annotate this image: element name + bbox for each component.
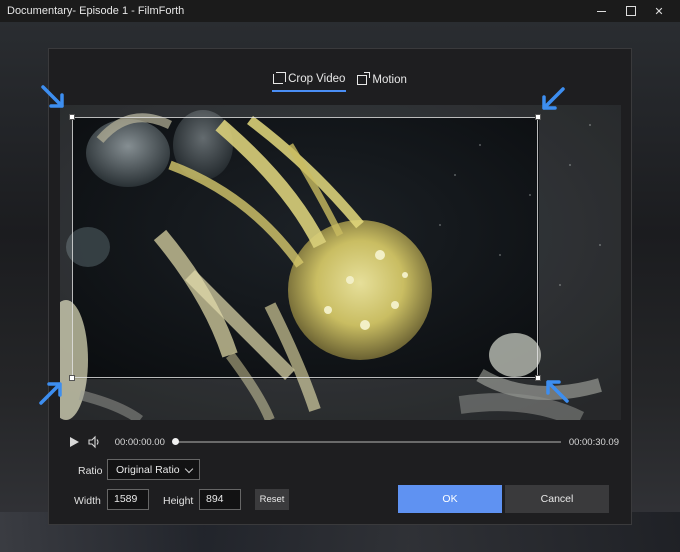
cancel-button[interactable]: Cancel <box>505 485 609 513</box>
video-preview[interactable] <box>60 105 621 420</box>
annotation-arrow-icon <box>542 87 565 110</box>
crop-handle-top-right[interactable] <box>535 114 541 120</box>
timeline-slider[interactable] <box>171 438 561 445</box>
annotation-arrow-icon <box>41 85 64 108</box>
current-time: 00:00:00.00 <box>114 436 165 448</box>
ratio-value: Original Ratio <box>116 463 180 476</box>
crop-handle-bottom-left[interactable] <box>69 375 75 381</box>
height-field[interactable]: 894 <box>199 489 241 510</box>
width-field[interactable]: 1589 <box>107 489 149 510</box>
tab-motion-label: Motion <box>372 74 407 86</box>
reset-button[interactable]: Reset <box>255 489 289 510</box>
crop-dim-bottom <box>72 379 539 420</box>
crop-dim-top <box>72 105 539 117</box>
minimize-icon[interactable] <box>586 0 616 22</box>
window-title: Documentary- Episode 1 - FilmForth <box>7 5 185 17</box>
motion-icon <box>357 72 371 85</box>
ratio-label: Ratio <box>78 465 103 477</box>
maximize-icon[interactable] <box>616 0 646 22</box>
crop-handle-bottom-right[interactable] <box>535 375 541 381</box>
crop-selection-box[interactable] <box>72 117 538 378</box>
ratio-select[interactable]: Original Ratio <box>107 459 200 480</box>
crop-dim-left <box>60 105 72 420</box>
crop-dim-right <box>539 105 621 420</box>
width-label: Width <box>74 495 101 507</box>
crop-icon <box>273 72 287 84</box>
crop-handle-top-left[interactable] <box>69 114 75 120</box>
annotation-arrow-icon <box>39 382 62 405</box>
ok-button[interactable]: OK <box>398 485 502 513</box>
playback-bar: 00:00:00.00 00:00:30.09 <box>67 433 619 451</box>
title-bar: Documentary- Episode 1 - FilmForth <box>0 0 680 22</box>
close-icon[interactable] <box>644 0 674 22</box>
end-time: 00:00:30.09 <box>568 436 619 448</box>
play-icon[interactable] <box>67 435 81 449</box>
crop-dialog: Crop Video Motion 00:00:00.00 00:00:30.0… <box>48 48 632 525</box>
chevron-down-icon <box>184 464 194 474</box>
annotation-arrow-icon <box>546 380 569 403</box>
timeline-thumb[interactable] <box>171 438 179 445</box>
height-label: Height <box>163 495 194 507</box>
tab-motion[interactable]: Motion <box>356 71 408 92</box>
tab-crop-video[interactable]: Crop Video <box>272 71 347 92</box>
volume-icon[interactable] <box>87 435 103 449</box>
tab-crop-video-label: Crop Video <box>288 73 346 85</box>
